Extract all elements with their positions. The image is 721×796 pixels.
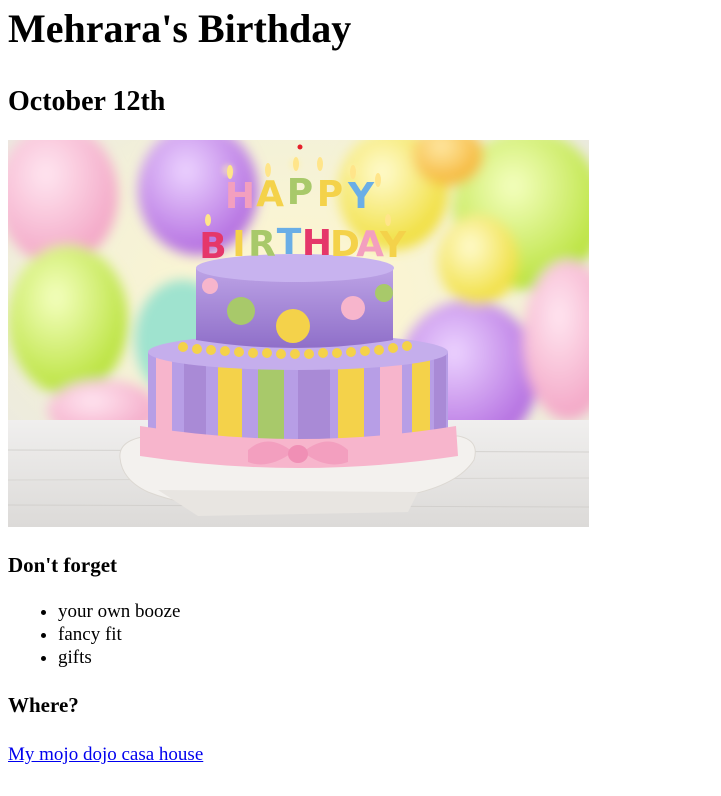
candle-letter: T — [277, 222, 302, 263]
list-item: fancy fit — [58, 623, 713, 646]
location-heading: Where? — [8, 693, 79, 717]
list-item: your own booze — [58, 600, 713, 623]
venue-link[interactable]: My mojo dojo casa house — [8, 744, 203, 766]
reminders-heading: Don't forget — [8, 553, 118, 577]
list-item: gifts — [58, 646, 713, 669]
candle-letter: Y — [347, 176, 375, 217]
reminders-list: your own booze fancy fit gifts — [8, 600, 713, 669]
candle-letter: P — [287, 172, 313, 213]
birthday-cake-image: H A P P Y B I R T H D A Y — [8, 140, 589, 527]
candle-letter: B — [199, 226, 226, 267]
candle-letter: Y — [379, 225, 407, 266]
candle-letter: I — [232, 224, 245, 265]
candle-letter: H — [302, 223, 332, 264]
candle-letter: P — [317, 174, 343, 215]
page-title: Mehrara's Birthday — [8, 6, 352, 51]
event-date: October 12th — [8, 86, 166, 117]
candle-letter: A — [256, 174, 284, 215]
candle-letter: H — [225, 176, 255, 217]
candle-letter: R — [248, 224, 276, 265]
